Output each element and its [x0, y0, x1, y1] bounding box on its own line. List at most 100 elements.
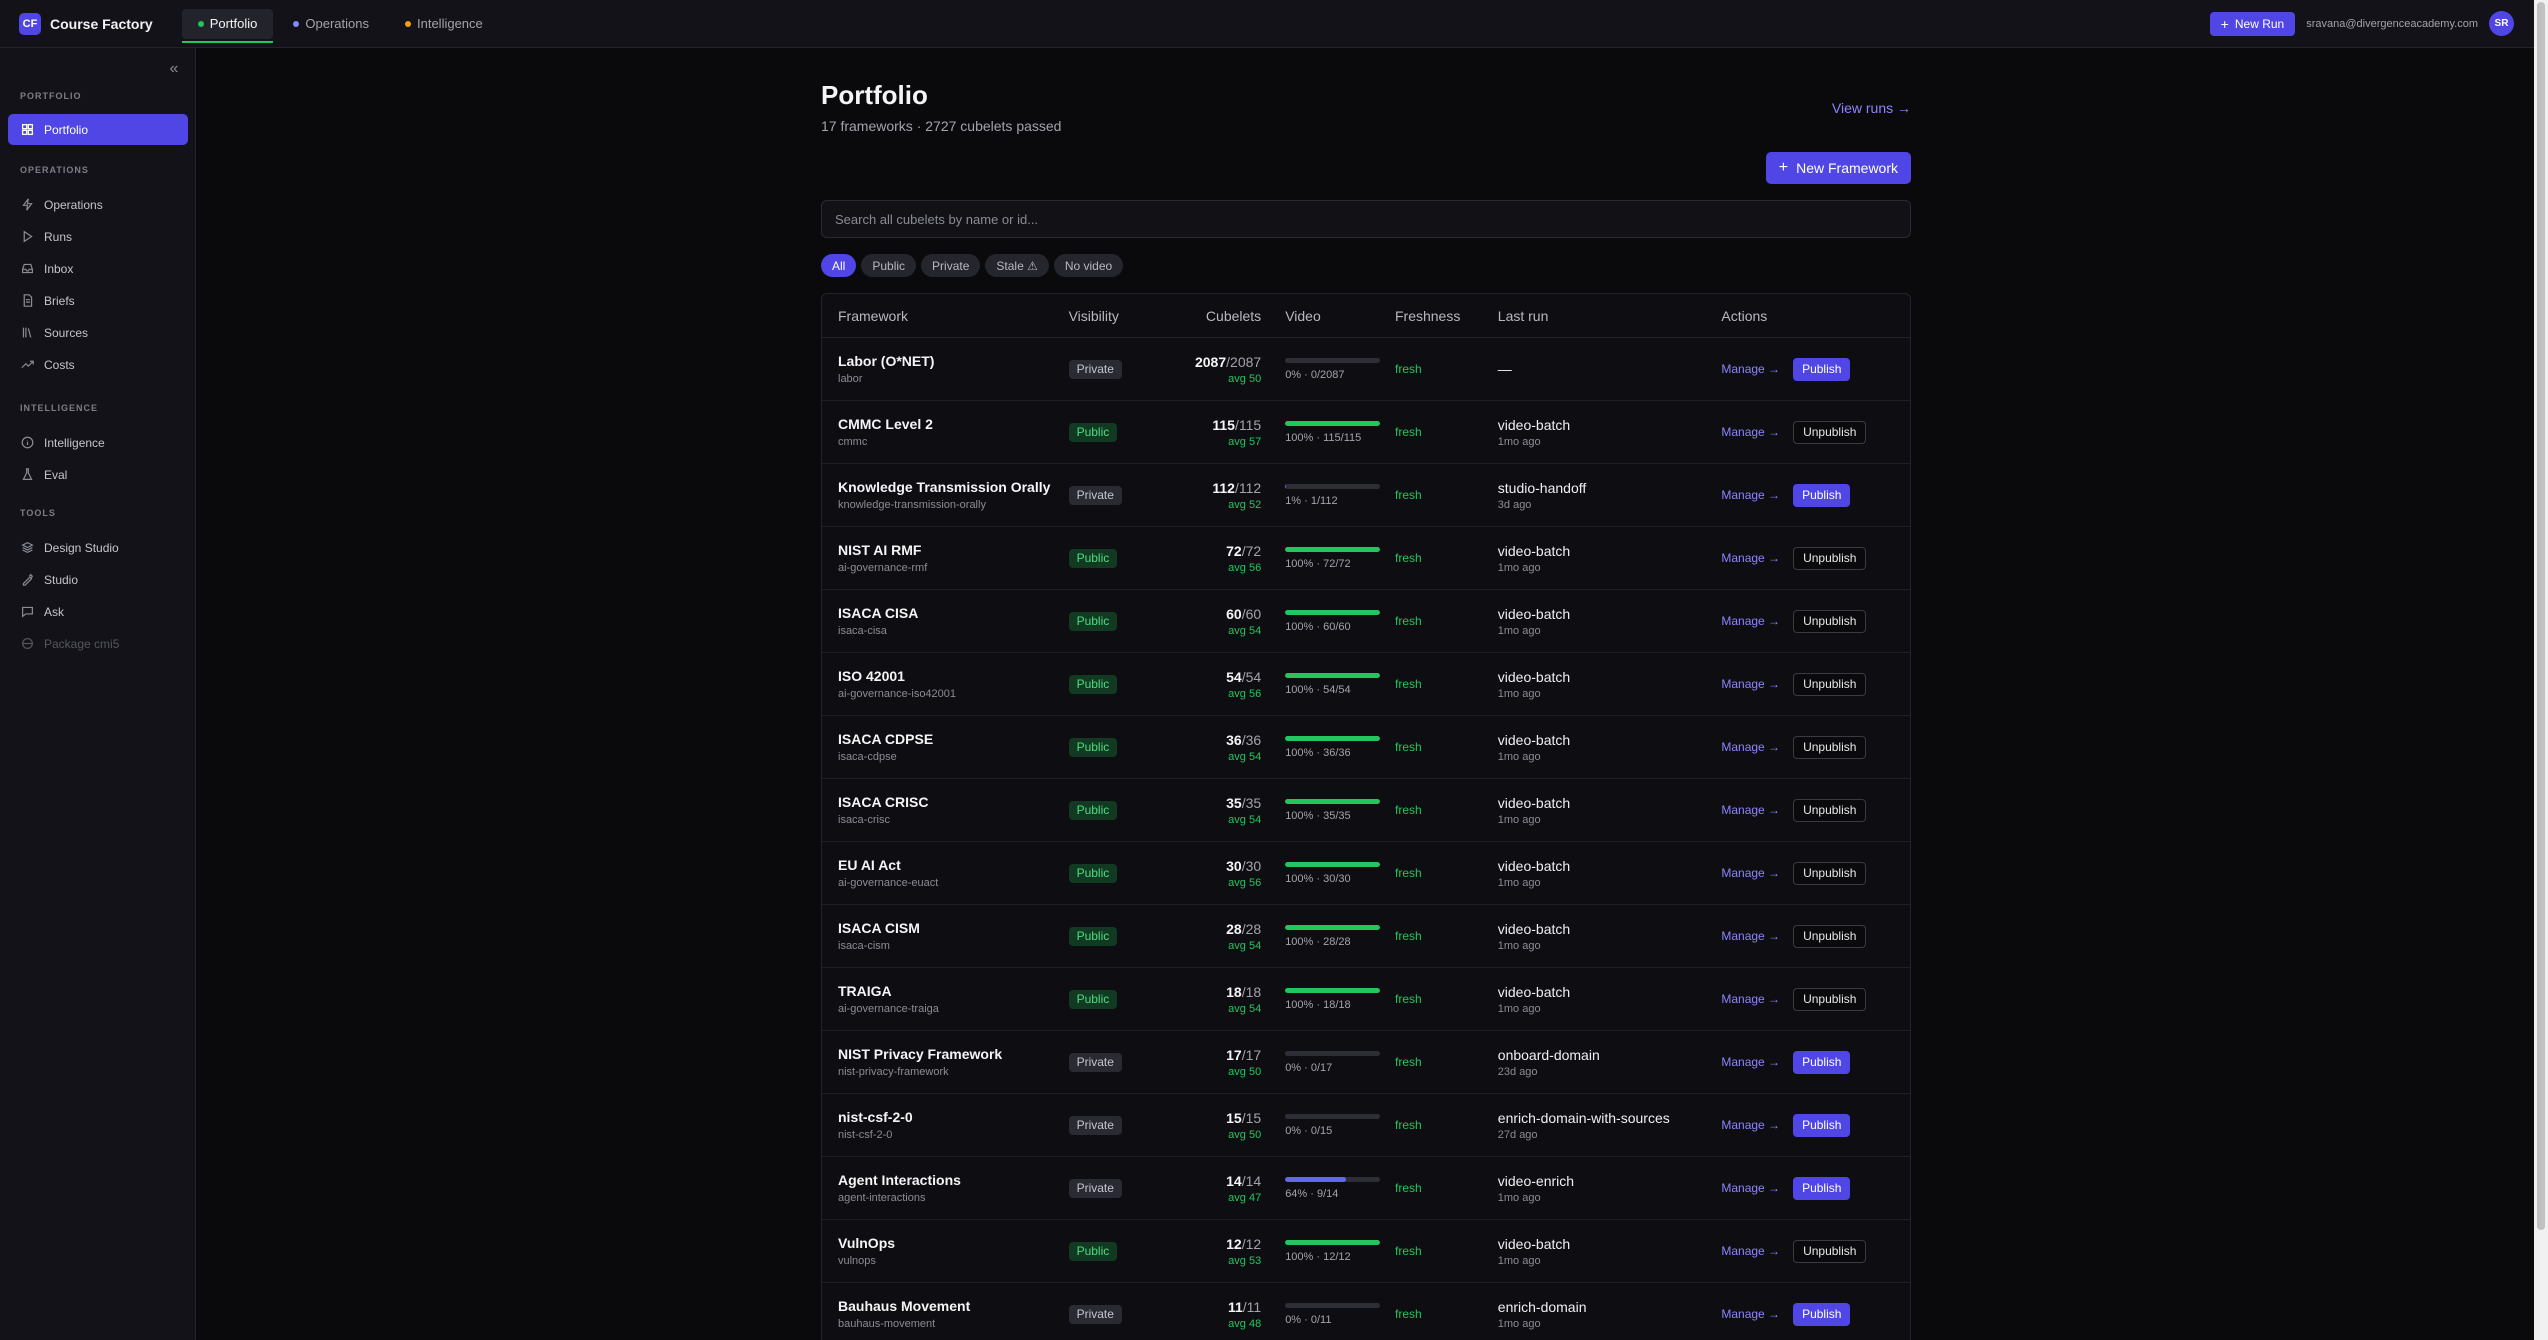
- publish-button[interactable]: Publish: [1793, 1176, 1851, 1200]
- sidebar-item-package-cmi5: Package cmi5: [8, 628, 188, 659]
- framework-cell: EU AI Act ai-governance-euact: [822, 857, 1069, 889]
- unpublish-button[interactable]: Unpublish: [1793, 672, 1867, 696]
- manage-link[interactable]: Manage →: [1721, 992, 1780, 1006]
- framework-name[interactable]: NIST AI RMF: [838, 542, 1069, 558]
- sidebar-item-design-studio[interactable]: Design Studio: [8, 532, 188, 563]
- framework-name[interactable]: ISO 42001: [838, 668, 1069, 684]
- framework-name[interactable]: TRAIGA: [838, 983, 1069, 999]
- framework-name[interactable]: Bauhaus Movement: [838, 1298, 1069, 1314]
- sidebar-item-sources[interactable]: Sources: [8, 317, 188, 348]
- sidebar-item-eval[interactable]: Eval: [8, 459, 188, 490]
- framework-name[interactable]: nist-csf-2-0: [838, 1109, 1069, 1125]
- framework-name[interactable]: ISACA CISA: [838, 605, 1069, 621]
- publish-button[interactable]: Publish: [1793, 357, 1851, 381]
- framework-name[interactable]: NIST Privacy Framework: [838, 1046, 1069, 1062]
- filter-chip[interactable]: No video: [1053, 254, 1124, 277]
- framework-name[interactable]: ISACA CRISC: [838, 794, 1069, 810]
- new-framework-button[interactable]: + New Framework: [1765, 152, 1911, 184]
- freshness-cell: fresh: [1395, 1305, 1498, 1323]
- manage-link[interactable]: Manage →: [1721, 488, 1780, 502]
- manage-link[interactable]: Manage →: [1721, 1055, 1780, 1069]
- framework-name[interactable]: ISACA CISM: [838, 920, 1069, 936]
- filter-chip[interactable]: Stale ⚠: [985, 254, 1049, 277]
- framework-name[interactable]: Knowledge Transmission Orally: [838, 479, 1069, 495]
- framework-name[interactable]: VulnOps: [838, 1235, 1069, 1251]
- sidebar-item-runs[interactable]: Runs: [8, 221, 188, 252]
- sidebar-item-briefs[interactable]: Briefs: [8, 285, 188, 316]
- manage-link[interactable]: Manage →: [1721, 551, 1780, 565]
- unpublish-button[interactable]: Unpublish: [1793, 735, 1867, 759]
- play-icon: [20, 230, 34, 244]
- cubelets-avg: avg 52: [1228, 498, 1262, 511]
- manage-link[interactable]: Manage →: [1721, 1307, 1780, 1321]
- manage-link[interactable]: Manage →: [1721, 1181, 1780, 1195]
- filter-chip[interactable]: Private: [921, 254, 981, 277]
- manage-link[interactable]: Manage →: [1721, 614, 1780, 628]
- publish-button[interactable]: Publish: [1793, 483, 1851, 507]
- unpublish-button[interactable]: Unpublish: [1793, 987, 1867, 1011]
- framework-name[interactable]: ISACA CDPSE: [838, 731, 1069, 747]
- manage-link[interactable]: Manage →: [1721, 1244, 1780, 1258]
- unpublish-button[interactable]: Unpublish: [1793, 546, 1867, 570]
- manage-link[interactable]: Manage →: [1721, 929, 1780, 943]
- sidebar-item-studio[interactable]: Studio: [8, 564, 188, 595]
- table-row[interactable]: Labor (O*NET) labor Private 2087/2087 avg 50…: [822, 338, 1910, 401]
- table-row[interactable]: Bauhaus Movement bauhaus-movement Private 1…: [822, 1283, 1910, 1340]
- sidebar-item-inbox[interactable]: Inbox: [8, 253, 188, 284]
- search-input[interactable]: [821, 200, 1911, 238]
- framework-name[interactable]: EU AI Act: [838, 857, 1069, 873]
- unpublish-button[interactable]: Unpublish: [1793, 609, 1867, 633]
- table-row[interactable]: ISACA CISM isaca-cism Public 28/28 avg 54 100…: [822, 905, 1910, 968]
- manage-link[interactable]: Manage →: [1721, 425, 1780, 439]
- last-run-cell: video-enrich 1mo ago: [1498, 1173, 1722, 1204]
- view-runs-link[interactable]: View runs →: [1832, 100, 1911, 116]
- framework-name[interactable]: CMMC Level 2: [838, 416, 1069, 432]
- manage-link[interactable]: Manage →: [1721, 803, 1780, 817]
- scrollbar-thumb[interactable]: [2537, 2, 2545, 1230]
- manage-link[interactable]: Manage →: [1721, 677, 1780, 691]
- filter-chip[interactable]: Public: [861, 254, 917, 277]
- sidebar-item-intelligence[interactable]: Intelligence: [8, 427, 188, 458]
- filter-chip[interactable]: All: [821, 254, 857, 277]
- unpublish-button[interactable]: Unpublish: [1793, 420, 1867, 444]
- table-row[interactable]: nist-csf-2-0 nist-csf-2-0 Private 15/15 avg …: [822, 1094, 1910, 1157]
- table-row[interactable]: CMMC Level 2 cmmc Public 115/115 avg 57 100% …: [822, 401, 1910, 464]
- table-row[interactable]: Agent Interactions agent-interactions Priv…: [822, 1157, 1910, 1220]
- sidebar-item-portfolio[interactable]: Portfolio: [8, 114, 188, 145]
- framework-name[interactable]: Labor (O*NET): [838, 353, 1069, 369]
- publish-button[interactable]: Publish: [1793, 1050, 1851, 1074]
- sidebar-item-costs[interactable]: Costs: [8, 349, 188, 380]
- framework-name[interactable]: Agent Interactions: [838, 1172, 1069, 1188]
- table-row[interactable]: VulnOps vulnops Public 12/12 avg 53 100% · 12…: [822, 1220, 1910, 1283]
- brand[interactable]: CF Course Factory: [19, 12, 153, 35]
- manage-link[interactable]: Manage →: [1721, 1118, 1780, 1132]
- tab-portfolio[interactable]: Portfolio: [181, 8, 274, 43]
- table-row[interactable]: EU AI Act ai-governance-euact Public 30/30 a…: [822, 842, 1910, 905]
- collapse-sidebar-icon[interactable]: «: [166, 61, 182, 77]
- tab-intelligence[interactable]: Intelligence: [389, 9, 499, 39]
- manage-link[interactable]: Manage →: [1721, 362, 1780, 376]
- sidebar-item-operations[interactable]: Operations: [8, 189, 188, 220]
- table-row[interactable]: NIST Privacy Framework nist-privacy-frame…: [822, 1031, 1910, 1094]
- manage-link[interactable]: Manage →: [1721, 866, 1780, 880]
- actions-cell: Manage → Unpublish: [1721, 861, 1910, 885]
- table-row[interactable]: ISO 42001 ai-governance-iso42001 Public 54/…: [822, 653, 1910, 716]
- cubelets-avg: avg 50: [1228, 1065, 1262, 1078]
- table-row[interactable]: NIST AI RMF ai-governance-rmf Public 72/72 a…: [822, 527, 1910, 590]
- table-row[interactable]: ISACA CISA isaca-cisa Public 60/60 avg 54 100…: [822, 590, 1910, 653]
- publish-button[interactable]: Publish: [1793, 1113, 1851, 1137]
- table-row[interactable]: ISACA CDPSE isaca-cdpse Public 36/36 avg 54 1…: [822, 716, 1910, 779]
- table-row[interactable]: ISACA CRISC isaca-crisc Public 35/35 avg 54 1…: [822, 779, 1910, 842]
- unpublish-button[interactable]: Unpublish: [1793, 798, 1867, 822]
- publish-button[interactable]: Publish: [1793, 1302, 1851, 1326]
- manage-link[interactable]: Manage →: [1721, 740, 1780, 754]
- unpublish-button[interactable]: Unpublish: [1793, 861, 1867, 885]
- new-run-button[interactable]: + New Run: [2209, 11, 2296, 36]
- tab-operations[interactable]: Operations: [277, 9, 385, 39]
- table-row[interactable]: Knowledge Transmission Orally knowledge-t…: [822, 464, 1910, 527]
- table-row[interactable]: TRAIGA ai-governance-traiga Public 18/18 avg…: [822, 968, 1910, 1031]
- sidebar-item-ask[interactable]: Ask: [8, 596, 188, 627]
- avatar[interactable]: SR: [2489, 11, 2514, 36]
- unpublish-button[interactable]: Unpublish: [1793, 1239, 1867, 1263]
- unpublish-button[interactable]: Unpublish: [1793, 924, 1867, 948]
